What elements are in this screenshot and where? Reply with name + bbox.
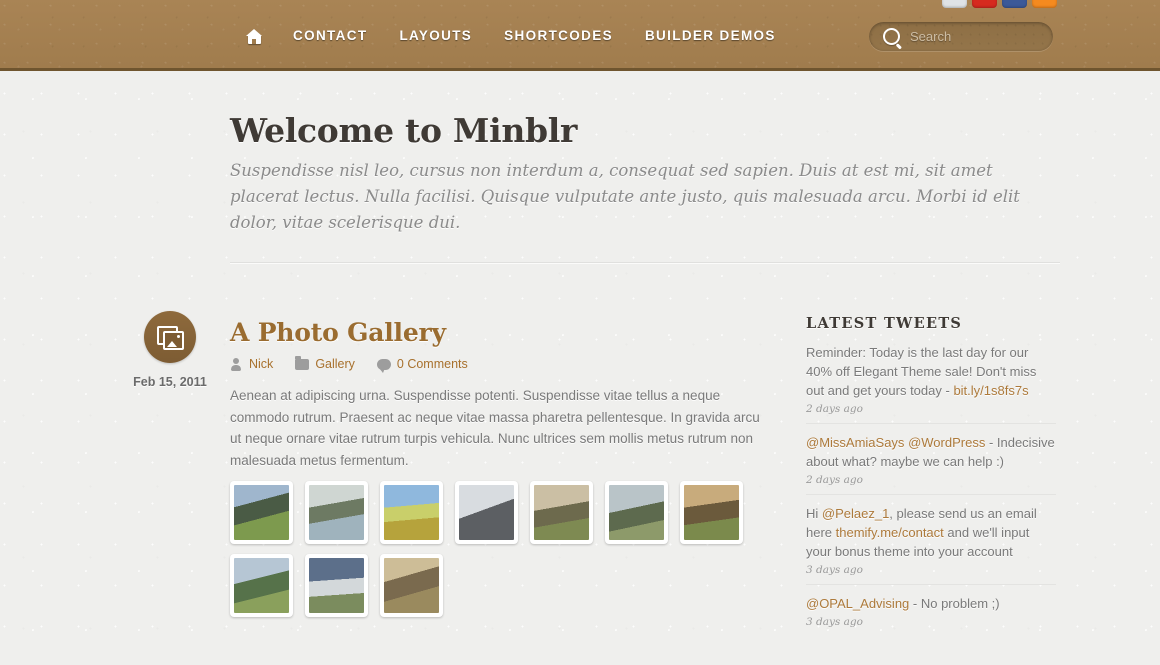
person-icon [230,357,243,371]
folder-icon [295,355,310,370]
tweet-item: Hi @Pelaez_1, please send us an email he… [806,494,1056,584]
post-comments: 0 Comments [376,357,468,373]
tweet-timestamp: 2 days ago [806,403,863,415]
tweet-text: @MissAmiaSays @WordPress - Indecisive ab… [806,433,1056,471]
tweet-timestamp: 2 days ago [806,474,863,486]
tweet-link[interactable]: @OPAL_Advising [806,596,909,611]
thumbnail-image [609,485,664,540]
thumb-woman-in-field[interactable] [380,481,443,544]
page-title: Welcome to Minblr [230,111,578,150]
tweet-link[interactable]: @WordPress [908,435,985,450]
thumbnail-image [234,485,289,540]
facebook-icon[interactable] [1002,0,1027,8]
thumbnail-image [384,558,439,613]
thumb-photographer[interactable] [455,481,518,544]
sidebar-heading: LATEST TWEETS [806,315,963,332]
post-format-badge [144,311,196,363]
nav-item-home[interactable] [232,28,277,44]
thumbnail-image [684,485,739,540]
comment-icon [376,358,391,373]
nav-item-contact[interactable]: CONTACT [277,26,383,46]
thumbnail-image [459,485,514,540]
post-category-link[interactable]: Gallery [315,357,355,371]
section-divider [230,262,1060,264]
tweet-link[interactable]: bit.ly/1s8fs7s [953,383,1028,398]
post-category: Gallery [295,355,355,371]
tweet-text-run: - No problem ;) [909,596,1000,611]
search-input[interactable] [908,28,1042,45]
thumb-woman-sitting-field[interactable] [530,481,593,544]
thumb-valley-church[interactable] [230,481,293,544]
thumbnail-image [309,558,364,613]
tweet-text: Reminder: Today is the last day for our … [806,343,1056,400]
post-date-block: Feb 15, 2011 [128,311,212,389]
thumb-person-by-barn[interactable] [680,481,743,544]
gallery-icon [157,326,184,350]
tweet-list: Reminder: Today is the last day for our … [806,343,1056,636]
thumbnail-image [534,485,589,540]
thumbnail-image [384,485,439,540]
post-meta: Nick Gallery 0 Comments [230,355,770,373]
intro-section: Welcome to Minblr Suspendisse nisl leo, … [230,111,1060,236]
main-navigation: CONTACT LAYOUTS SHORTCODES BUILDER DEMOS [232,26,792,46]
tweet-item: @OPAL_Advising - No problem ;) 3 days ago [806,584,1056,636]
thumb-person-on-bench[interactable] [605,481,668,544]
search-box[interactable] [869,22,1053,51]
thumbnail-image [234,558,289,613]
post-title[interactable]: A Photo Gallery [230,318,770,347]
tweet-link[interactable]: @MissAmiaSays [806,435,904,450]
post-article: A Photo Gallery Nick Gallery 0 Comments … [230,318,770,471]
page-tagline: Suspendisse nisl leo, cursus non interdu… [230,161,1020,232]
search-icon [883,28,900,45]
tweet-text-run: Hi [806,506,822,521]
social-icons [942,0,1057,8]
page-root: CONTACT LAYOUTS SHORTCODES BUILDER DEMOS… [0,0,1160,665]
youtube-icon[interactable] [972,0,997,8]
nav-item-builder-demos[interactable]: BUILDER DEMOS [629,26,792,46]
tweet-text: @OPAL_Advising - No problem ;) [806,594,1056,613]
thumb-person-by-river[interactable] [305,481,368,544]
thumb-people-at-farm[interactable] [380,554,443,617]
tweet-link[interactable]: themify.me/contact [836,525,944,540]
tweet-item: Reminder: Today is the last day for our … [806,343,1056,423]
post-date: Feb 15, 2011 [133,375,207,389]
twitter-icon[interactable] [942,0,967,8]
thumb-sofa-in-field[interactable] [305,554,368,617]
thumb-scooter-riders[interactable] [230,554,293,617]
rss-icon[interactable] [1032,0,1057,8]
post-author-link[interactable]: Nick [249,357,273,371]
tweet-timestamp: 3 days ago [806,616,863,628]
tweet-item: @MissAmiaSays @WordPress - Indecisive ab… [806,423,1056,494]
site-header: CONTACT LAYOUTS SHORTCODES BUILDER DEMOS [0,0,1160,71]
nav-item-shortcodes[interactable]: SHORTCODES [488,26,629,46]
tweet-text: Hi @Pelaez_1, please send us an email he… [806,504,1056,561]
post-body: Aenean at adipiscing urna. Suspendisse p… [230,388,760,468]
sidebar: LATEST TWEETS Reminder: Today is the las… [806,315,1056,636]
tweet-link[interactable]: @Pelaez_1 [822,506,889,521]
tweet-timestamp: 3 days ago [806,564,863,576]
nav-item-layouts[interactable]: LAYOUTS [383,26,488,46]
thumbnail-image [309,485,364,540]
home-icon [246,28,263,44]
post-comments-link[interactable]: 0 Comments [397,357,468,371]
post-author: Nick [230,357,273,371]
post-gallery [230,481,770,617]
